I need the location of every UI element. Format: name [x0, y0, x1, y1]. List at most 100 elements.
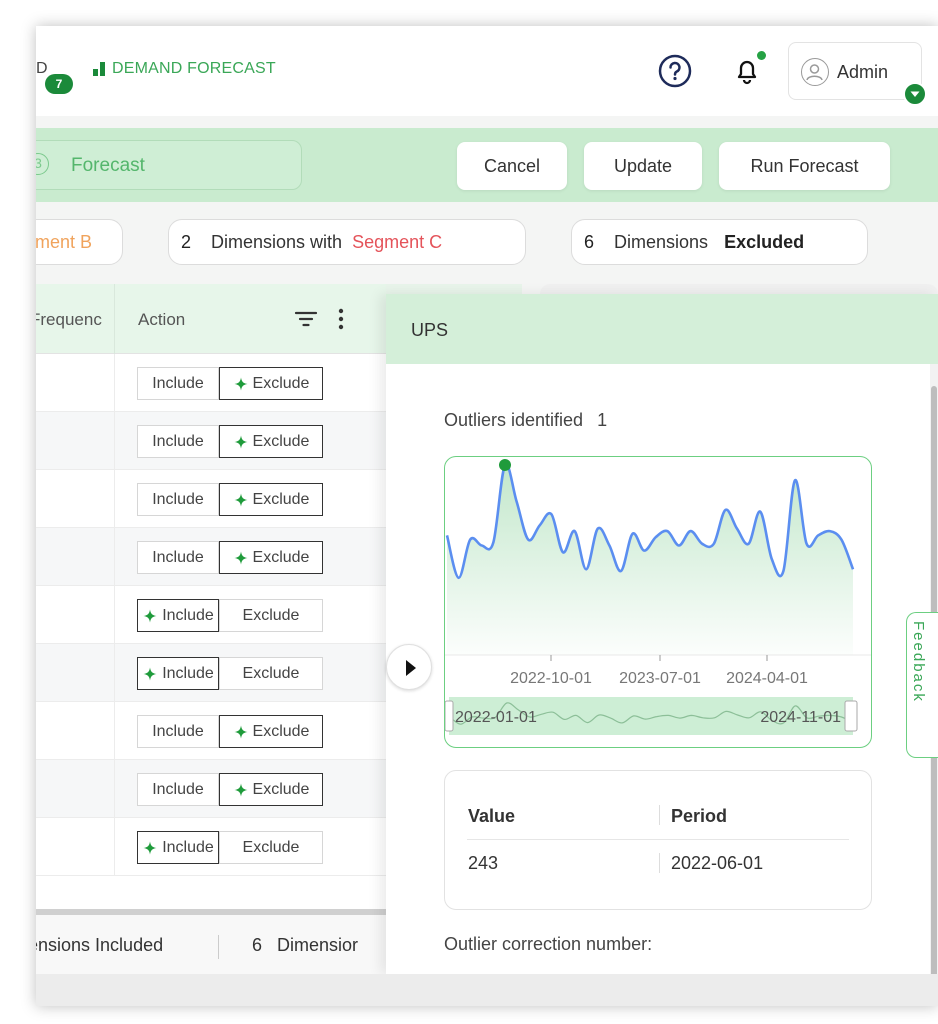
include-button[interactable]: Include: [137, 715, 219, 748]
exclude-button[interactable]: Exclude: [219, 831, 323, 864]
background-card: [540, 284, 938, 294]
include-button[interactable]: Include: [137, 773, 219, 806]
table-row: Include Exclude: [36, 528, 386, 586]
outlier-chart[interactable]: 2022-10-01 2023-07-01 2024-04-01 2022-01-01…: [444, 456, 872, 748]
cancel-button[interactable]: Cancel: [457, 142, 567, 190]
include-label: Include: [152, 722, 204, 740]
more-vertical-icon[interactable]: [332, 306, 350, 332]
exclude-label: Exclude: [252, 490, 310, 508]
column-divider: [114, 412, 115, 470]
value-header: Value: [468, 806, 516, 826]
feedback-tab[interactable]: Feedback: [906, 612, 938, 758]
include-button[interactable]: Include: [137, 657, 219, 690]
sparkle-icon: [142, 840, 158, 856]
filter-icon[interactable]: [294, 308, 318, 330]
column-divider: [114, 818, 115, 876]
sparkle-icon: [233, 492, 249, 508]
table-row: Include Exclude: [36, 818, 386, 876]
correction-label: Outlier correction number:: [444, 934, 653, 954]
include-button[interactable]: Include: [137, 599, 219, 632]
table-row: Include Exclude: [36, 760, 386, 818]
range-handle-left[interactable]: [445, 700, 454, 732]
x-tick-label: 2024-04-01: [726, 670, 808, 687]
segment-c-count: 2: [181, 231, 192, 252]
dimensions-count: 6: [252, 935, 263, 955]
column-divider: [114, 354, 115, 412]
brand[interactable]: DEMAND FORECAST: [93, 60, 276, 78]
sparkle-icon: [142, 666, 158, 682]
help-icon: [658, 54, 692, 88]
outlier-detail-card: Value Period 243 2022-06-01: [444, 770, 872, 910]
outlier-drawer: UPS Outliers identified 1 2022-10-01 2023-…: [386, 294, 938, 974]
x-tick-label: 2022-10-01: [510, 670, 592, 687]
exclude-button[interactable]: Exclude: [219, 715, 323, 748]
step-forecast[interactable]: 3 Forecast: [36, 140, 302, 190]
excluded-chip[interactable]: 6 Dimensions Excluded: [571, 219, 868, 265]
exclude-button[interactable]: Exclude: [219, 773, 323, 806]
outlier-period: 2022-06-01: [671, 853, 764, 873]
outlier-point[interactable]: [499, 459, 511, 471]
excluded-text: Dimensions: [614, 231, 709, 252]
sparkle-icon: [233, 782, 249, 798]
row-divider: [467, 839, 849, 840]
include-button[interactable]: Include: [137, 541, 219, 574]
exclude-button[interactable]: Exclude: [219, 367, 323, 400]
dimensions-text: Dimensior: [277, 935, 359, 955]
outliers-label: Outliers identified: [444, 410, 584, 430]
table-row: Include Exclude: [36, 412, 386, 470]
segment-c-chip[interactable]: 2 Dimensions with Segment C: [168, 219, 526, 265]
sparkle-icon: [233, 550, 249, 566]
help-button[interactable]: [658, 54, 692, 88]
include-label: Include: [152, 490, 204, 508]
exclude-button[interactable]: Exclude: [219, 657, 323, 690]
include-button[interactable]: Include: [137, 831, 219, 864]
brand-title: DEMAND FORECAST: [112, 60, 276, 77]
include-button[interactable]: Include: [137, 483, 219, 516]
include-label: Include: [162, 838, 214, 856]
range-start-label: 2022-01-01: [455, 709, 537, 726]
include-button[interactable]: Include: [137, 425, 219, 458]
chevron-down-icon[interactable]: [903, 82, 927, 106]
column-divider: [114, 470, 115, 528]
column-divider: [114, 284, 115, 354]
app-window: D 7 DEMAND FORECAST Admin 3 Forecast Can…: [36, 26, 938, 1006]
user-avatar-icon: [801, 58, 829, 86]
table-row: Include Exclude: [36, 644, 386, 702]
exclude-label: Exclude: [242, 606, 300, 624]
play-icon: [406, 660, 416, 676]
included-summary: ensions Included: [36, 935, 164, 955]
table-header: Frequenc Action: [36, 284, 386, 354]
exclude-label: Exclude: [252, 374, 310, 392]
exclude-button[interactable]: Exclude: [219, 599, 323, 632]
segment-b-label: ment B: [36, 231, 93, 252]
run-forecast-button[interactable]: Run Forecast: [719, 142, 890, 190]
app-letter: D: [36, 60, 48, 77]
column-frequency[interactable]: Frequenc: [36, 310, 102, 330]
include-label: Include: [152, 374, 204, 392]
collapse-drawer-button[interactable]: [386, 644, 432, 690]
column-action[interactable]: Action: [138, 310, 185, 330]
exclude-button[interactable]: Exclude: [219, 425, 323, 458]
segment-c-text: Dimensions with: [211, 231, 343, 252]
exclude-label: Exclude: [252, 432, 310, 450]
exclude-button[interactable]: Exclude: [219, 541, 323, 574]
table-row: Include Exclude: [36, 586, 386, 644]
sparkle-icon: [233, 376, 249, 392]
user-menu[interactable]: Admin: [788, 42, 922, 100]
user-name: Admin: [837, 62, 889, 82]
exclude-button[interactable]: Exclude: [219, 483, 323, 516]
table-row: Include Exclude: [36, 354, 386, 412]
drawer-title: UPS: [411, 320, 449, 340]
step-bar: 3 Forecast Cancel Update Run Forecast: [36, 128, 938, 202]
include-label: Include: [162, 664, 214, 682]
exclude-label: Exclude: [242, 838, 300, 856]
column-divider: [114, 644, 115, 702]
range-handle-right[interactable]: [844, 700, 858, 732]
table-row: Include Exclude: [36, 470, 386, 528]
include-button[interactable]: Include: [137, 367, 219, 400]
update-button[interactable]: Update: [584, 142, 702, 190]
segment-b-chip[interactable]: ment B: [36, 219, 123, 265]
segment-c-name: Segment C: [352, 231, 443, 252]
sparkle-icon: [233, 434, 249, 450]
range-end-label: 2024-11-01: [760, 709, 841, 726]
